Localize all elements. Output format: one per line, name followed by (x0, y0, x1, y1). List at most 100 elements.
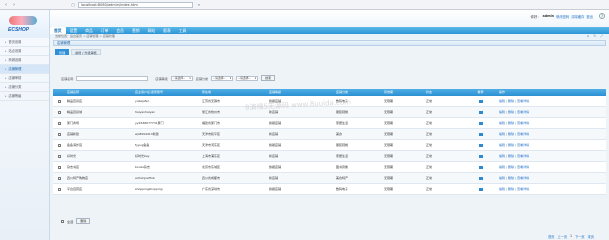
view-detail-link[interactable]: 查看详情 (517, 184, 529, 194)
address-bar[interactable]: localhost:8080/admin/index.htm (78, 2, 193, 8)
tab-manage[interactable]: 管理 (55, 49, 70, 55)
row-checkbox[interactable] (57, 154, 61, 158)
menu-item-6[interactable]: 网站 (144, 27, 160, 34)
edit-link[interactable]: 编辑 (499, 140, 505, 150)
delete-link[interactable]: 删除 (508, 151, 514, 161)
edit-link[interactable]: 编辑 (499, 151, 505, 161)
cell-region: 天津市河东区 (202, 143, 221, 147)
menu-item-4[interactable]: 会员 (112, 27, 128, 34)
logout-link[interactable]: 退出 (586, 14, 593, 19)
store-class-select[interactable]: --请选择-- ▾ (211, 75, 234, 81)
table-row: 精品百货城 haiyanhaiyan 浙江省杭州市 新店铺 服装鞋帽 无限期 正常 编辑 | 删除… (53, 107, 606, 118)
cell-expiry: 无限期 (384, 143, 394, 147)
sidebar-item-6[interactable]: ▸ 店铺等级 (0, 92, 49, 101)
edit-link[interactable]: 编辑 (499, 173, 505, 183)
menu-item-5[interactable]: 营销 (128, 27, 144, 34)
sidebar-item-0[interactable]: ▸ 首页设置 (0, 38, 49, 47)
view-detail-link[interactable]: 查看详情 (517, 173, 529, 183)
delete-link[interactable]: 删除 (508, 162, 514, 172)
row-checkbox[interactable] (57, 187, 61, 191)
edit-link[interactable]: 编辑 (499, 184, 505, 194)
delete-link[interactable]: 删除 (508, 107, 514, 117)
view-detail-link[interactable]: 查看详情 (517, 140, 529, 150)
delete-link[interactable]: 删除 (508, 184, 514, 194)
separator: | (515, 187, 517, 191)
cell-expiry: 无限期 (384, 176, 394, 180)
clear-cache-link[interactable]: 清除缓存 (571, 14, 584, 19)
menu-item-2[interactable]: 商品 (81, 27, 97, 34)
flag-icon[interactable] (478, 165, 483, 169)
delete-button[interactable]: 删除 (76, 218, 91, 224)
cell-name: 精品百货店 (67, 99, 83, 103)
back-arrow-icon[interactable]: ‹ (3, 2, 9, 8)
search-icon[interactable]: ⌕ (196, 2, 202, 8)
flag-icon[interactable] (478, 99, 483, 103)
delete-link[interactable]: 删除 (508, 96, 514, 106)
view-detail-link[interactable]: 查看详情 (517, 118, 529, 128)
row-checkbox[interactable] (57, 99, 61, 103)
delete-link[interactable]: 删除 (508, 140, 514, 150)
delete-link[interactable]: 删除 (508, 129, 514, 139)
refresh-icon[interactable]: ↻ (593, 34, 596, 39)
edit-link[interactable]: 编辑 (499, 162, 505, 172)
pager-last[interactable]: 末页 (588, 234, 594, 239)
cell-region: 广东省深圳市 (202, 187, 221, 191)
row-checkbox[interactable] (57, 110, 61, 114)
browser-bar: ‹ › ▢ localhost:8080/admin/index.htm ⌕ (0, 0, 609, 10)
row-checkbox[interactable] (57, 176, 61, 180)
change-password-link[interactable]: 修改密码 (556, 14, 569, 19)
menu-item-0[interactable]: 首页 (50, 27, 66, 34)
view-detail-link[interactable]: 查看详情 (517, 162, 529, 172)
flag-icon[interactable] (478, 176, 483, 180)
tab-new-upgrade-review[interactable]: 新增 / 升级审核 (71, 49, 101, 55)
menu-item-8[interactable]: 工具 (175, 27, 191, 34)
flag-icon[interactable] (478, 110, 483, 114)
sidebar-item-1[interactable]: ▸ 站点设置 (0, 47, 49, 56)
flag-icon[interactable] (478, 187, 483, 191)
pager-next[interactable]: 下一页 (575, 234, 585, 239)
store-name-input[interactable] (76, 75, 149, 81)
cell-owner: shoppingshopping (135, 187, 163, 191)
edit-link[interactable]: 编辑 (499, 107, 505, 117)
menu-item-7[interactable]: 报表 (159, 27, 175, 34)
sidebar-item-2[interactable]: ▸ 商城设置 (0, 56, 49, 65)
row-checkbox[interactable] (57, 132, 61, 136)
view-detail-link[interactable]: 查看详情 (517, 107, 529, 117)
chevron-down-icon: ▾ (229, 76, 232, 80)
separator: | (506, 154, 508, 158)
flag-icon[interactable] (478, 132, 483, 136)
home-icon[interactable]: ⌂ (587, 34, 589, 39)
delete-link[interactable]: 删除 (508, 173, 514, 183)
store-status-select[interactable]: --请选择-- ▾ (236, 75, 259, 81)
delete-link[interactable]: 删除 (508, 118, 514, 128)
forward-arrow-icon[interactable]: › (11, 2, 17, 8)
pager-first[interactable]: 首页 (548, 234, 554, 239)
view-detail-link[interactable]: 查看详情 (517, 129, 529, 139)
view-detail-link[interactable]: 查看详情 (517, 151, 529, 161)
store-level-select[interactable]: --请选择-- ▾ (170, 75, 193, 81)
sidebar-item-5[interactable]: ▸ 店铺分类 (0, 83, 49, 92)
edit-link[interactable]: 编辑 (499, 118, 505, 128)
recommend-cell (464, 151, 497, 161)
search-button[interactable]: 搜索 (261, 75, 276, 81)
menu-item-3[interactable]: 订单 (97, 27, 113, 34)
recommend-cell (464, 140, 497, 150)
fullscreen-icon[interactable]: ⤢ (600, 34, 603, 39)
pager-prev[interactable]: 上一页 (557, 234, 567, 239)
store-name-label: 店铺名称 (61, 76, 74, 81)
row-checkbox[interactable] (57, 143, 61, 147)
select-all-checkbox[interactable] (61, 219, 64, 223)
row-checkbox[interactable] (57, 165, 61, 169)
edit-link[interactable]: 编辑 (499, 96, 505, 106)
edit-link[interactable]: 编辑 (499, 129, 505, 139)
help-icon[interactable]: ? (599, 13, 605, 19)
sidebar-item-3[interactable]: ▸ 店铺管理 (0, 65, 49, 74)
flag-icon[interactable] (478, 154, 483, 158)
row-checkbox[interactable] (57, 121, 61, 125)
sidebar-item-4[interactable]: ▸ 店铺审核 (0, 74, 49, 83)
flag-icon[interactable] (478, 143, 483, 147)
view-detail-link[interactable]: 查看详情 (517, 96, 529, 106)
menu-item-1[interactable]: 设置 (66, 27, 82, 34)
cell-expiry: 无限期 (384, 99, 394, 103)
flag-icon[interactable] (478, 121, 483, 125)
